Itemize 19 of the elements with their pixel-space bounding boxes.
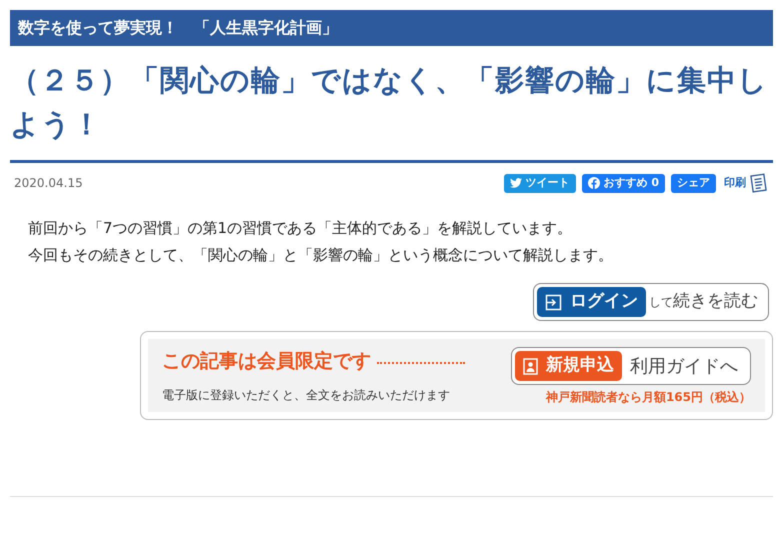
category-title: 数字を使って夢実現！ 「人生黒字化計画」 <box>18 17 338 39</box>
print-link[interactable]: 印刷 <box>724 173 769 193</box>
facebook-icon <box>588 177 600 189</box>
paywall-note: 電子版に登録いただくと、全文をお読みいただけます <box>162 386 451 404</box>
bird-icon <box>510 178 522 188</box>
price-note: 神戸新聞読者なら月額165円（税込） <box>546 389 751 406</box>
person-icon <box>523 358 538 374</box>
facebook-button[interactable]: おすすめ 0 <box>582 174 665 192</box>
paragraph: 今回もその続きとして、「関心の輪」と「影響の輪」という概念について解説します。 <box>28 245 614 266</box>
sign-in-icon <box>545 294 562 310</box>
login-button[interactable]: ログイン して続きを読む <box>533 283 769 321</box>
signup-button[interactable]: 新規申込 利用ガイドへ <box>511 347 751 385</box>
article-date: 2020.04.15 <box>14 175 83 192</box>
paywall-heading: この記事は会員限定です <box>162 349 371 374</box>
tweet-button[interactable]: ツイート <box>504 174 576 192</box>
paragraph: 前回から「7つの習慣」の第1の習慣である「主体的である」を解説しています。 <box>28 218 574 239</box>
article-title: （２５）「関心の輪」ではなく、「影響の輪」に集中しよう！ <box>10 58 773 163</box>
share-button[interactable]: シェア <box>671 174 716 192</box>
document-icon <box>749 173 769 193</box>
